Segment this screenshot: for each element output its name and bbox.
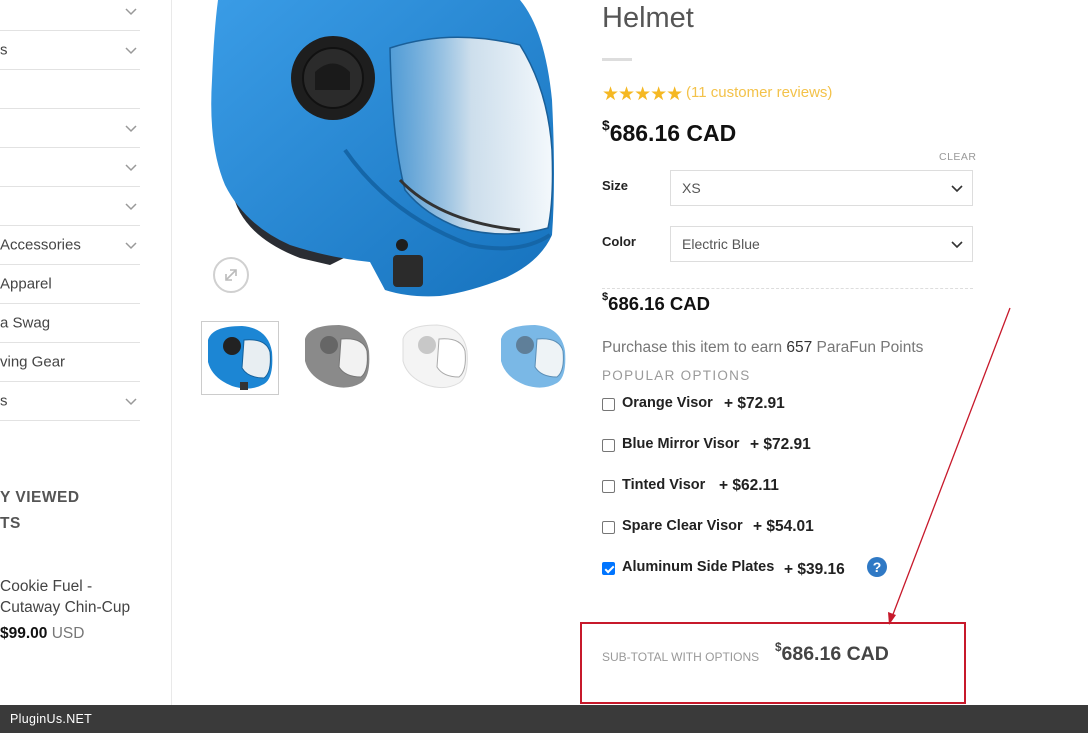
subtotal-price: $686.16 CAD [775,641,889,666]
chevron-down-icon[interactable] [124,4,138,18]
option-checkbox[interactable] [602,521,615,534]
chevron-down-icon[interactable] [124,199,138,213]
category-item-apparel[interactable]: Apparel [0,265,140,304]
points-message: Purchase this item to earn 657 ParaFun P… [602,339,923,357]
category-label[interactable]: a Swag [0,315,50,332]
product-price: $686.16 CAD [602,118,737,147]
option-price: + $39.16 [784,561,845,578]
option-name: Blue Mirror Visor [622,436,740,452]
option-name: Spare Clear Visor [622,518,743,534]
category-item-swag[interactable]: a Swag [0,304,140,343]
category-label[interactable]: Accessories [0,237,81,254]
thumbnail-electric-blue[interactable] [201,321,279,395]
footer-bar: PluginUs.NET [0,705,1088,733]
thumbnail-light-blue[interactable] [495,321,568,395]
chevron-down-icon[interactable] [124,43,138,57]
category-item[interactable] [0,148,140,187]
option-checkbox[interactable] [602,398,615,411]
chevron-down-icon[interactable] [124,160,138,174]
price-amount: 686.16 CAD [781,643,889,665]
chevron-down-icon [951,185,963,193]
category-item[interactable]: s [0,382,140,421]
points-value: 657 [786,339,813,356]
option-name: Orange Visor [622,395,713,411]
helmet-thumbnail-image [501,325,566,388]
size-select[interactable]: XS [670,170,973,206]
helmet-thumbnail-image [305,325,370,388]
category-item[interactable]: s [0,31,140,70]
product-title: Helmet [602,2,694,34]
option-price: + $62.11 [719,477,779,494]
points-text: Purchase this item to earn [602,339,787,356]
category-label[interactable]: s [0,393,8,410]
price-amount: $99.00 [0,625,48,642]
category-item[interactable] [0,0,140,31]
color-value: Electric Blue [682,236,760,252]
divider [602,288,973,289]
category-sidebar: s Accessories Apparel a Swag ving Gear s… [0,0,172,705]
thumbnail-grey[interactable] [299,321,377,395]
option-name: Aluminum Side Plates [622,559,775,575]
chevron-down-icon[interactable] [124,394,138,408]
helmet-thumbnail-image [402,324,468,389]
customer-reviews-link[interactable]: (11 customer reviews) [686,84,832,101]
category-item[interactable] [0,187,140,226]
clear-selection-link[interactable]: CLEAR [939,151,977,163]
variation-price: $686.16 CAD [602,291,710,315]
popular-options-heading: POPULAR OPTIONS [602,368,751,383]
option-price: + $72.91 [724,395,785,412]
category-item-flying-gear[interactable]: ving Gear [0,343,140,382]
size-label: Size [602,178,629,193]
currency-symbol: $ [775,641,782,654]
color-label: Color [602,234,636,249]
option-checkbox-checked[interactable] [602,562,615,575]
chevron-down-icon[interactable] [124,121,138,135]
recent-product-name[interactable]: Cutaway Chin-Cup [0,599,130,617]
category-label: s [0,41,8,59]
expand-icon [225,269,237,281]
annotation-arrow [888,307,1011,625]
category-label[interactable]: Apparel [0,276,52,293]
option-price: + $72.91 [750,436,811,453]
price-currency: USD [51,625,85,642]
recent-product-name[interactable]: Cookie Fuel - [0,578,92,596]
color-select[interactable]: Electric Blue [670,226,973,262]
chevron-down-icon[interactable] [124,238,138,252]
rating-stars: ★★★★★ [602,84,683,105]
currency-symbol: $ [602,291,609,303]
recently-viewed-title: TS [0,515,21,532]
size-value: XS [682,180,701,196]
price-amount: 686.16 CAD [609,120,737,146]
recently-viewed-title: Y VIEWED [0,489,80,506]
category-label[interactable]: ving Gear [0,354,65,371]
option-price: + $54.01 [753,518,814,535]
helmet-thumbnail-image [208,326,273,390]
footer-brand: PluginUs.NET [10,712,93,726]
recent-product-price: $99.00 USD [0,625,84,643]
option-name: Tinted Visor [622,477,706,493]
option-checkbox[interactable] [602,439,615,452]
chevron-down-icon [951,241,963,249]
currency-symbol: $ [602,118,610,133]
category-item[interactable] [0,109,140,148]
product-main-image[interactable] [200,0,570,305]
category-item-accessories[interactable]: Accessories [0,226,140,265]
thumbnail-white[interactable] [397,321,475,395]
subtotal-label: SUB-TOTAL WITH OPTIONS [602,650,760,664]
zoom-button[interactable] [213,257,249,293]
title-divider [602,58,632,61]
option-checkbox[interactable] [602,480,615,493]
category-item[interactable] [0,70,140,109]
price-amount: 686.16 CAD [608,293,710,314]
